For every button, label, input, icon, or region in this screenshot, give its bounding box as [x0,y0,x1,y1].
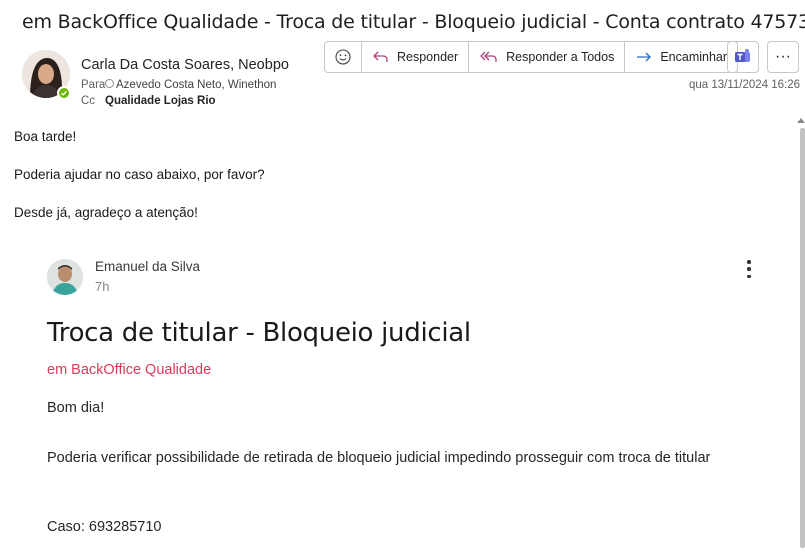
forward-arrow-icon [637,52,652,62]
body-request: Poderia ajudar no caso abaixo, por favor… [14,167,265,182]
presence-unknown-icon [105,79,114,88]
quoted-title: Troca de titular - Bloqueio judicial [47,318,471,348]
quoted-more-icon[interactable] [742,260,756,278]
quoted-group[interactable]: em BackOffice Qualidade [47,362,211,378]
teams-button[interactable] [727,41,759,73]
quoted-text: Poderia verificar possibilidade de retir… [47,450,711,466]
forward-label: Encaminhar [660,50,728,64]
forward-button[interactable]: Encaminhar [625,42,737,72]
cc-label: Cc [81,95,96,107]
quoted-author: Emanuel da Silva [95,259,201,274]
to-row: Para Azevedo Costa Neto, Winethon [81,79,276,91]
reply-all-icon [480,51,497,62]
sender-name[interactable]: Carla Da Costa Soares, Neobpo [81,57,289,73]
reply-label: Responder [397,50,459,64]
quoted-author-avatar [47,259,83,295]
reaction-button[interactable] [325,42,362,72]
recipient[interactable]: Azevedo Costa Neto, Winethon [105,79,276,91]
recipient-name[interactable]: Azevedo Costa Neto, Winethon [116,79,276,91]
body-thanks: Desde já, agradeço a atenção! [14,205,198,220]
quoted-case: Caso: 693285710 [47,519,162,535]
to-label: Para [81,79,106,91]
scrollbar[interactable] [800,128,805,548]
scroll-up-arrow[interactable] [797,118,805,123]
reply-all-label: Responder a Todos [506,50,615,64]
teams-icon [735,49,750,62]
cc-recipient[interactable]: Qualidade Lojas Rio [105,95,216,107]
more-actions-button[interactable]: ··· [767,41,799,73]
presence-available-icon [57,86,71,100]
cc-row: Cc Qualidade Lojas Rio [81,95,216,107]
email-subject: em BackOffice Qualidade - Troca de titul… [22,11,805,33]
reply-button[interactable]: Responder [362,42,470,72]
received-date: qua 13/11/2024 16:26 [689,79,801,91]
quoted-time: 7h [95,279,110,294]
body-greeting: Boa tarde! [14,129,77,144]
smiley-icon [335,49,351,65]
reply-icon [373,51,388,62]
reply-all-button[interactable]: Responder a Todos [469,42,626,72]
message-actions: Responder Responder a Todos Encaminhar [324,41,739,73]
quoted-greeting: Bom dia! [47,400,105,416]
